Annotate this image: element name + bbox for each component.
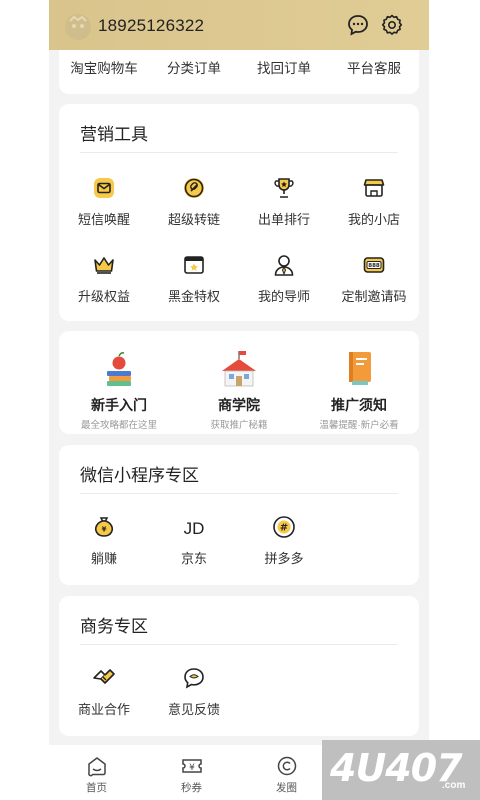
crown-icon xyxy=(94,257,114,274)
tool-label: 黑金特权 xyxy=(167,289,220,304)
business-label: 意见反馈 xyxy=(167,702,220,717)
guide-business-school[interactable]: 商学院 获取推广秘籍 xyxy=(179,349,299,431)
divider xyxy=(80,152,398,153)
svg-text:¥: ¥ xyxy=(189,763,195,773)
pdd-glyph: # xyxy=(280,523,288,534)
tool-black-gold[interactable]: 黑金特权 xyxy=(149,253,239,305)
user-phone: 18925126322 xyxy=(98,16,205,35)
tool-sms-wake[interactable]: 短信唤醒 xyxy=(59,176,149,228)
avatar-icon[interactable] xyxy=(65,14,91,40)
gear-icon[interactable] xyxy=(381,14,403,36)
feedback-icon xyxy=(184,668,204,689)
tool-upgrade-rights[interactable]: 升级权益 xyxy=(59,253,149,305)
mentor-icon xyxy=(274,255,294,276)
feedback[interactable]: 意见反馈 xyxy=(149,666,239,718)
share-circle-icon xyxy=(277,756,296,776)
tool-my-shop[interactable]: 我的小店 xyxy=(329,176,419,228)
guide-subtitle: 温馨提醒·新户必看 xyxy=(319,420,399,431)
tool-super-link[interactable]: 超级转链 xyxy=(149,176,239,228)
profile-header: 18925126322 xyxy=(49,0,429,50)
guide-title: 推广须知 xyxy=(331,397,387,413)
shop-icon xyxy=(363,179,385,197)
guide-promotion-notice[interactable]: 推广须知 温馨提醒·新户必看 xyxy=(299,349,419,431)
mini-label: 京东 xyxy=(180,551,207,566)
guide-subtitle: 最全攻略都在这里 xyxy=(80,420,157,431)
trophy-icon xyxy=(274,178,294,198)
mini-jd[interactable]: JD 京东 xyxy=(149,515,239,567)
svg-text:¥: ¥ xyxy=(102,526,107,534)
wechat-miniprogram-card: 微信小程序专区 ¥ 躺赚 JD 京东 # 拼多多 xyxy=(59,445,419,585)
tab-label: 秒券 xyxy=(181,782,202,794)
tool-label: 超级转链 xyxy=(167,212,220,227)
mini-label: 躺赚 xyxy=(90,551,117,566)
taobao-cart-link[interactable]: 淘宝购物车 xyxy=(59,50,149,94)
tab-label: 发圈 xyxy=(276,782,297,794)
guides-card: 新手入门 最全攻略都在这里 商学院 获取推广秘籍 推广须知 温馨提醒·新户必看 xyxy=(59,331,419,434)
link-icon xyxy=(184,178,204,198)
site-watermark: 4U407 .com xyxy=(322,740,480,800)
tool-custom-invite-code[interactable]: 888 定制邀请码 xyxy=(329,253,419,305)
tab-coupons[interactable]: ¥ 秒券 xyxy=(144,745,239,800)
mini-label: 拼多多 xyxy=(264,551,304,566)
tool-order-ranking[interactable]: 出单排行 xyxy=(239,176,329,228)
guide-title: 商学院 xyxy=(218,397,260,413)
tool-label: 短信唤醒 xyxy=(77,212,130,227)
divider xyxy=(80,493,398,494)
guide-title: 新手入门 xyxy=(91,397,147,413)
marketing-tools-title: 营销工具 xyxy=(80,125,148,144)
wechat-section-title: 微信小程序专区 xyxy=(80,466,199,485)
money-bag-icon: ¥ xyxy=(94,517,114,537)
school-icon xyxy=(222,351,256,387)
svg-text:888: 888 xyxy=(368,263,380,269)
envelope-icon xyxy=(94,178,114,198)
books-apple-icon xyxy=(107,352,131,386)
tool-label: 出单排行 xyxy=(257,212,310,227)
mini-tangzhuan[interactable]: ¥ 躺赚 xyxy=(59,515,149,567)
card-star-icon xyxy=(184,256,204,274)
code-888-icon: 888 xyxy=(363,257,385,273)
tool-my-mentor[interactable]: 我的导师 xyxy=(239,253,329,305)
jd-glyph: JD xyxy=(184,519,205,538)
guide-subtitle: 获取推广秘籍 xyxy=(210,420,268,431)
category-orders-link[interactable]: 分类订单 xyxy=(149,50,239,94)
tool-label: 我的小店 xyxy=(347,212,400,227)
tool-label: 我的导师 xyxy=(257,289,310,304)
home-icon xyxy=(87,757,106,777)
tool-label: 升级权益 xyxy=(77,289,130,304)
mini-pinduoduo[interactable]: # 拼多多 xyxy=(239,515,329,567)
message-icon[interactable] xyxy=(347,14,369,36)
business-card: 商务专区 商业合作 意见反馈 xyxy=(59,596,419,736)
guide-beginner[interactable]: 新手入门 最全攻略都在这里 xyxy=(59,349,179,431)
coupon-icon: ¥ xyxy=(181,759,202,773)
business-cooperation[interactable]: 商业合作 xyxy=(59,666,149,718)
tool-label: 定制邀请码 xyxy=(341,289,407,304)
watermark-suffix: .com xyxy=(442,780,466,791)
tab-share-circle[interactable]: 发圈 xyxy=(239,745,334,800)
divider xyxy=(80,644,398,645)
notebook-icon xyxy=(349,352,371,385)
marketing-tools-card: 营销工具 短信唤醒 超级转链 出单排行 我的小店 升级权益 黑金特权 我的导师 … xyxy=(59,104,419,321)
platform-support-link[interactable]: 平台客服 xyxy=(329,50,419,94)
pinduoduo-icon: # xyxy=(273,516,295,538)
jd-icon: JD xyxy=(184,519,205,538)
tab-label: 首页 xyxy=(86,782,107,794)
business-label: 商业合作 xyxy=(77,702,130,717)
recover-orders-link[interactable]: 找回订单 xyxy=(239,50,329,94)
phone-screen: 18925126322 淘宝购物车 分类订单 找回订单 平台客服 营销工具 短信… xyxy=(49,0,429,800)
order-shortcuts: 淘宝购物车 分类订单 找回订单 平台客服 xyxy=(59,50,419,94)
tab-home[interactable]: 首页 xyxy=(49,745,144,800)
business-section-title: 商务专区 xyxy=(80,617,148,636)
handshake-icon xyxy=(93,669,115,684)
